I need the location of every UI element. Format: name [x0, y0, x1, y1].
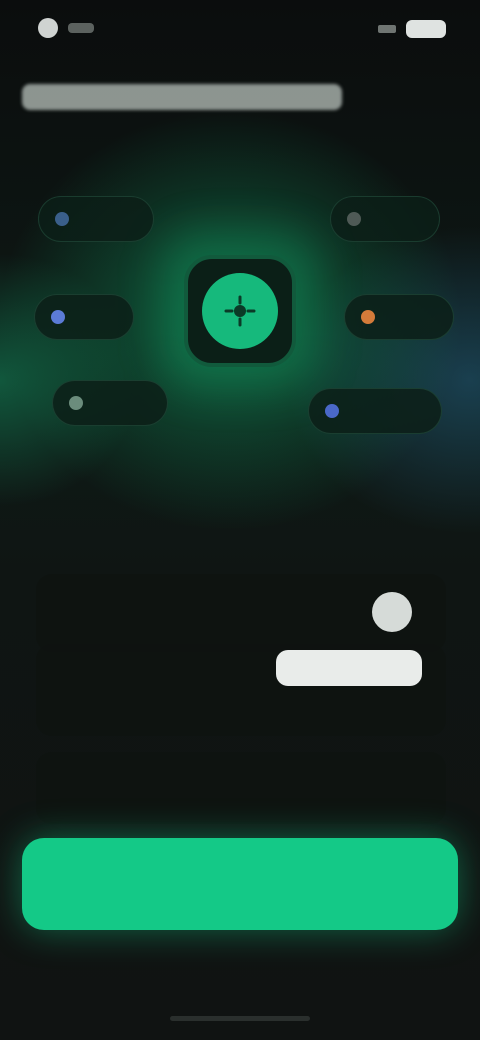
integration-chip-top-left[interactable] — [38, 196, 154, 242]
status-time — [68, 23, 94, 33]
hub-glyph-icon — [224, 295, 256, 327]
page-title-text — [22, 84, 342, 110]
row1-toggle[interactable] — [372, 592, 412, 632]
signal-icon — [378, 25, 396, 33]
battery-icon — [406, 20, 446, 38]
integration-icon — [69, 396, 83, 410]
status-left — [38, 18, 94, 38]
status-indicator-icon — [38, 18, 58, 38]
status-right — [378, 20, 446, 38]
integration-icon — [51, 310, 65, 324]
app-screen — [0, 0, 480, 1040]
integration-chip-mid-right[interactable] — [344, 294, 454, 340]
integration-icon — [55, 212, 69, 226]
integration-icon — [325, 404, 339, 418]
status-bar — [0, 0, 480, 60]
app-hub-icon — [202, 273, 278, 349]
integration-chip-top-right[interactable] — [330, 196, 440, 242]
form-row-3 — [36, 752, 446, 824]
app-hub — [184, 255, 296, 367]
row2-input[interactable] — [276, 650, 422, 686]
primary-cta-button[interactable] — [22, 838, 458, 930]
home-indicator — [170, 1016, 310, 1021]
integration-icon — [347, 212, 361, 226]
integration-icon — [361, 310, 375, 324]
integration-chip-bottom-right[interactable] — [308, 388, 442, 434]
integration-chip-bottom-left[interactable] — [52, 380, 168, 426]
page-title — [22, 84, 362, 116]
integration-chip-mid-left[interactable] — [34, 294, 134, 340]
